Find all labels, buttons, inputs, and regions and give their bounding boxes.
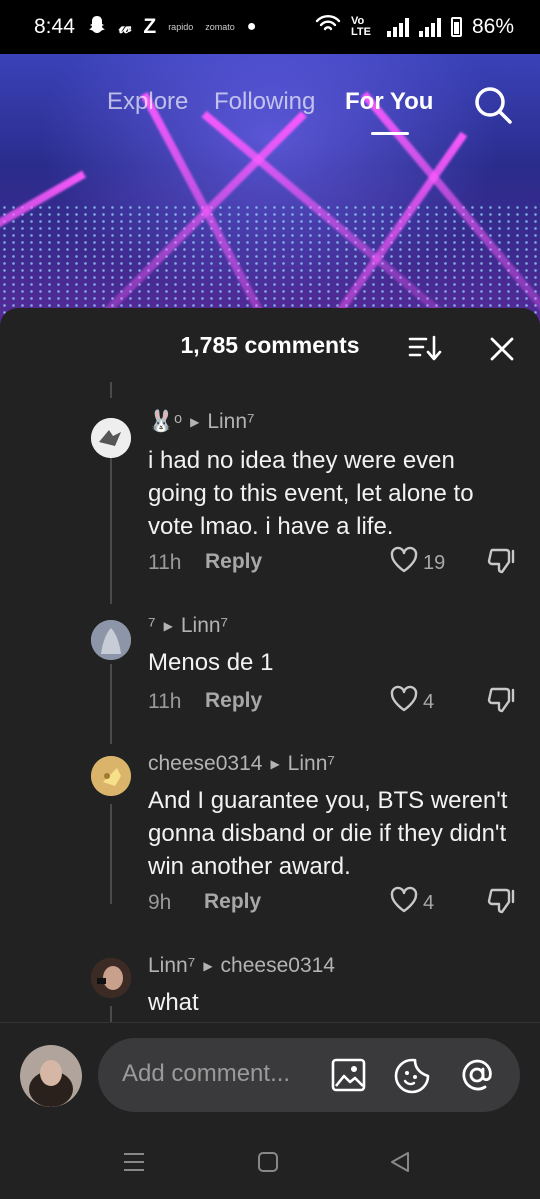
comment-input-placeholder: Add comment... <box>122 1060 291 1087</box>
rapido-icon: rapido <box>168 22 194 32</box>
close-icon[interactable] <box>488 335 516 363</box>
top-nav: Explore Following For You <box>0 84 540 135</box>
like-count: 4 <box>423 891 435 914</box>
z-icon: Z <box>143 15 157 38</box>
heart-icon <box>389 886 419 920</box>
comments-header: 1,785 comments <box>0 308 540 384</box>
active-tab-indicator <box>371 132 409 135</box>
reply-arrow-icon: ▶ <box>163 619 173 633</box>
tab-following[interactable]: Following <box>214 88 315 116</box>
reply-to-user[interactable]: Linn⁷ <box>207 410 254 434</box>
like-count: 19 <box>423 551 446 574</box>
thread-line <box>110 382 112 398</box>
reply-button[interactable]: Reply <box>205 550 262 574</box>
zomato-icon: zomato <box>205 22 235 32</box>
comment-time: 11h <box>148 551 182 574</box>
reply-to-user[interactable]: Linn⁷ <box>181 614 228 638</box>
reply-to-user[interactable]: Linn⁷ <box>288 752 335 776</box>
heart-icon <box>389 546 419 580</box>
dot-icon: ● <box>246 18 257 35</box>
reply-arrow-icon: ▶ <box>190 415 200 429</box>
like-button[interactable]: 4 <box>389 886 434 920</box>
thread-line <box>110 444 112 604</box>
android-nav-bar <box>0 1130 540 1199</box>
reply-arrow-icon: ▶ <box>203 959 213 973</box>
reply-to-user[interactable]: cheese0314 <box>221 954 335 978</box>
signal-icon <box>386 17 409 37</box>
comment-time: 9h <box>148 891 172 914</box>
tab-for-you[interactable]: For You <box>345 88 433 116</box>
avatar[interactable] <box>91 958 131 998</box>
recents-icon[interactable] <box>122 1150 146 1174</box>
comment-author[interactable]: ⁷ <box>148 614 156 638</box>
comment-text: what <box>148 989 199 1016</box>
status-bar: 8:44 𝓌 Z rapido zomato ● Vo LTE 86% <box>0 0 540 54</box>
volte-label: Vo LTE <box>350 15 371 38</box>
comment-author[interactable]: 🐰ᵒ <box>148 410 182 434</box>
battery-icon <box>450 17 462 37</box>
dislike-icon[interactable] <box>486 685 518 715</box>
thread-line <box>110 664 112 744</box>
home-icon[interactable] <box>256 1150 280 1174</box>
app-icon: 𝓌 <box>118 16 132 37</box>
clock: 8:44 <box>34 15 75 38</box>
like-count: 4 <box>423 690 435 713</box>
comment-text: i had no idea they were even going to th… <box>148 447 474 540</box>
like-button[interactable]: 19 <box>389 546 445 580</box>
reply-arrow-icon: ▶ <box>270 757 280 771</box>
emoji-sticker-icon[interactable] <box>394 1056 432 1094</box>
reply-button[interactable]: Reply <box>205 689 262 713</box>
reply-button[interactable]: Reply <box>204 890 261 914</box>
heart-icon <box>389 685 419 719</box>
my-avatar[interactable] <box>20 1045 82 1107</box>
snapchat-icon <box>87 14 107 40</box>
avatar[interactable] <box>91 620 131 660</box>
avatar[interactable] <box>91 756 131 796</box>
comment-text: Menos de 1 <box>148 649 274 676</box>
battery-percent: 86% <box>471 15 514 38</box>
comment-author[interactable]: Linn⁷ <box>148 954 195 978</box>
tab-explore[interactable]: Explore <box>107 88 188 116</box>
comment-author[interactable]: cheese0314 <box>148 752 262 776</box>
comments-count: 1,785 comments <box>180 332 360 358</box>
comment-time: 11h <box>148 690 182 713</box>
back-icon[interactable] <box>388 1150 412 1174</box>
signal-icon <box>418 17 441 37</box>
thread-line <box>110 804 112 904</box>
comment-input[interactable]: Add comment... <box>98 1038 520 1112</box>
dislike-icon[interactable] <box>486 886 518 916</box>
thread-line <box>110 1006 112 1022</box>
like-button[interactable]: 4 <box>389 685 434 719</box>
sort-icon[interactable] <box>408 334 442 362</box>
dislike-icon[interactable] <box>486 546 518 576</box>
search-icon[interactable] <box>472 84 514 126</box>
comment-text: And I guarantee you, BTS weren't gonna d… <box>148 787 508 880</box>
image-icon[interactable] <box>330 1056 368 1094</box>
avatar[interactable] <box>91 418 131 458</box>
wifi-call-icon <box>315 13 341 41</box>
mention-icon[interactable] <box>458 1056 496 1094</box>
